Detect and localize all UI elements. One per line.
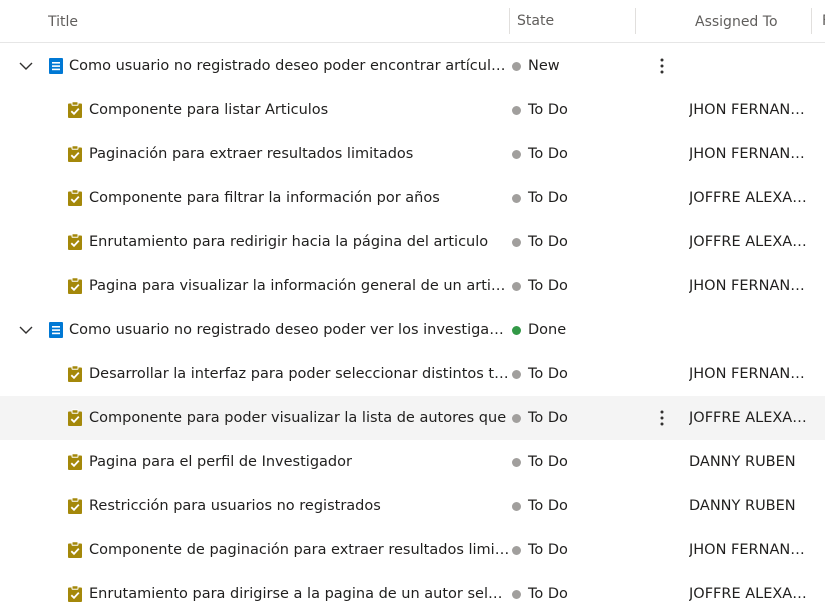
task-row[interactable]: Desarrollar la interfaz para poder selec… [0, 352, 825, 396]
assigned-to-value: JOFFRE ALEXANDER [689, 190, 812, 206]
user-story-row[interactable]: Como usuario no registrado deseo poder e… [0, 44, 825, 88]
task-icon [67, 233, 83, 251]
task-row[interactable]: Pagina para el perfil de Investigador To … [0, 440, 825, 484]
task-row[interactable]: Pagina para visualizar la información ge… [0, 264, 825, 308]
work-item-title[interactable]: Desarrollar la interfaz para poder selec… [89, 352, 510, 396]
collapse-chevron-icon[interactable] [16, 56, 36, 76]
work-item-title[interactable]: Componente para poder visualizar la list… [89, 396, 510, 440]
assigned-to-value [689, 44, 812, 88]
state-indicator-dot [512, 370, 521, 379]
task-row[interactable]: Enrutamiento para dirigirse a la pagina … [0, 572, 825, 616]
work-item-title[interactable]: Componente para listar Articulos [89, 88, 510, 132]
state-value: New [528, 58, 560, 74]
user-story-icon [48, 321, 64, 339]
work-item-title[interactable]: Paginación para extraer resultados limit… [89, 132, 510, 176]
task-icon [67, 189, 83, 207]
assigned-to-value: JHON FERNANDO [689, 278, 812, 294]
work-item-title[interactable]: Restricción para usuarios no registrados [89, 484, 510, 528]
task-icon [67, 409, 83, 427]
work-item-title[interactable]: Pagina para visualizar la información ge… [89, 264, 510, 308]
work-item-title[interactable]: Enrutamiento para dirigirse a la pagina … [89, 572, 510, 616]
assigned-to-value: DANNY RUBEN [689, 454, 796, 470]
state-indicator-dot [512, 458, 521, 467]
column-resize-handle[interactable] [509, 8, 510, 34]
work-item-title[interactable]: Pagina para el perfil de Investigador [89, 440, 510, 484]
state-value: To Do [528, 234, 568, 250]
state-value: To Do [528, 498, 568, 514]
task-icon [67, 541, 83, 559]
user-story-icon [48, 57, 64, 75]
assigned-to-value: JOFFRE ALEXANDER [689, 234, 812, 250]
collapse-chevron-icon[interactable] [16, 320, 36, 340]
state-indicator-dot [512, 590, 521, 599]
state-value: To Do [528, 190, 568, 206]
state-value: To Do [528, 146, 568, 162]
state-indicator-dot [512, 546, 521, 555]
task-icon [67, 497, 83, 515]
state-value: To Do [528, 278, 568, 294]
assigned-to-value: JOFFRE ALEXANDER [689, 410, 812, 426]
user-story-row[interactable]: Como usuario no registrado deseo poder v… [0, 308, 825, 352]
column-header-state[interactable]: State [517, 0, 554, 42]
task-row[interactable]: Componente para listar Articulos To Do JHO… [0, 88, 825, 132]
task-icon [67, 585, 83, 603]
more-actions-icon[interactable] [652, 408, 672, 428]
assigned-to-value: DANNY RUBEN [689, 498, 796, 514]
column-header-assigned-to[interactable]: Assigned To [695, 0, 818, 44]
task-row[interactable]: Componente para poder visualizar la list… [0, 396, 825, 440]
task-row[interactable]: Componente para filtrar la información p… [0, 176, 825, 220]
state-indicator-dot [512, 238, 521, 247]
task-icon [67, 365, 83, 383]
task-icon [67, 101, 83, 119]
state-indicator-dot [512, 106, 521, 115]
assigned-to-value: JHON FERNANDO [689, 366, 812, 382]
state-indicator-dot [512, 62, 521, 71]
state-indicator-dot [512, 282, 521, 291]
assigned-to-value: JHON FERNANDO [689, 102, 812, 118]
task-icon [67, 453, 83, 471]
work-items-grid: Title State Assigned To F Como usuario n… [0, 0, 825, 611]
task-row[interactable]: Enrutamiento para redirigir hacia la pág… [0, 220, 825, 264]
assigned-to-value: JHON FERNANDO [689, 146, 812, 162]
task-icon [67, 145, 83, 163]
column-resize-handle[interactable] [635, 8, 636, 34]
assigned-to-value: JOFFRE ALEXANDER [689, 586, 812, 602]
state-indicator-dot [512, 194, 521, 203]
state-value: To Do [528, 102, 568, 118]
state-indicator-dot [512, 326, 521, 335]
state-value: Done [528, 322, 567, 338]
task-icon [67, 277, 83, 295]
task-row[interactable]: Paginación para extraer resultados limit… [0, 132, 825, 176]
work-item-title[interactable]: Componente de paginación para extraer re… [89, 528, 510, 572]
work-item-title[interactable]: Enrutamiento para redirigir hacia la pág… [89, 220, 510, 264]
state-value: To Do [528, 586, 568, 602]
task-row[interactable]: Componente de paginación para extraer re… [0, 528, 825, 572]
state-value: To Do [528, 454, 568, 470]
state-indicator-dot [512, 502, 521, 511]
column-resize-handle[interactable] [811, 8, 812, 34]
state-value: To Do [528, 542, 568, 558]
work-item-title[interactable]: Como usuario no registrado deseo poder v… [69, 308, 510, 352]
task-row[interactable]: Restricción para usuarios no registrados… [0, 484, 825, 528]
work-item-title[interactable]: Como usuario no registrado deseo poder e… [69, 44, 510, 88]
work-item-title[interactable]: Componente para filtrar la información p… [89, 176, 510, 220]
more-actions-icon[interactable] [652, 56, 672, 76]
column-header-title[interactable]: Title [48, 0, 78, 44]
state-value: To Do [528, 410, 568, 426]
state-indicator-dot [512, 150, 521, 159]
assigned-to-value: JHON FERNANDO [689, 542, 812, 558]
assigned-to-value [689, 308, 812, 352]
state-indicator-dot [512, 414, 521, 423]
grid-header: Title State Assigned To F [0, 0, 825, 43]
state-value: To Do [528, 366, 568, 382]
